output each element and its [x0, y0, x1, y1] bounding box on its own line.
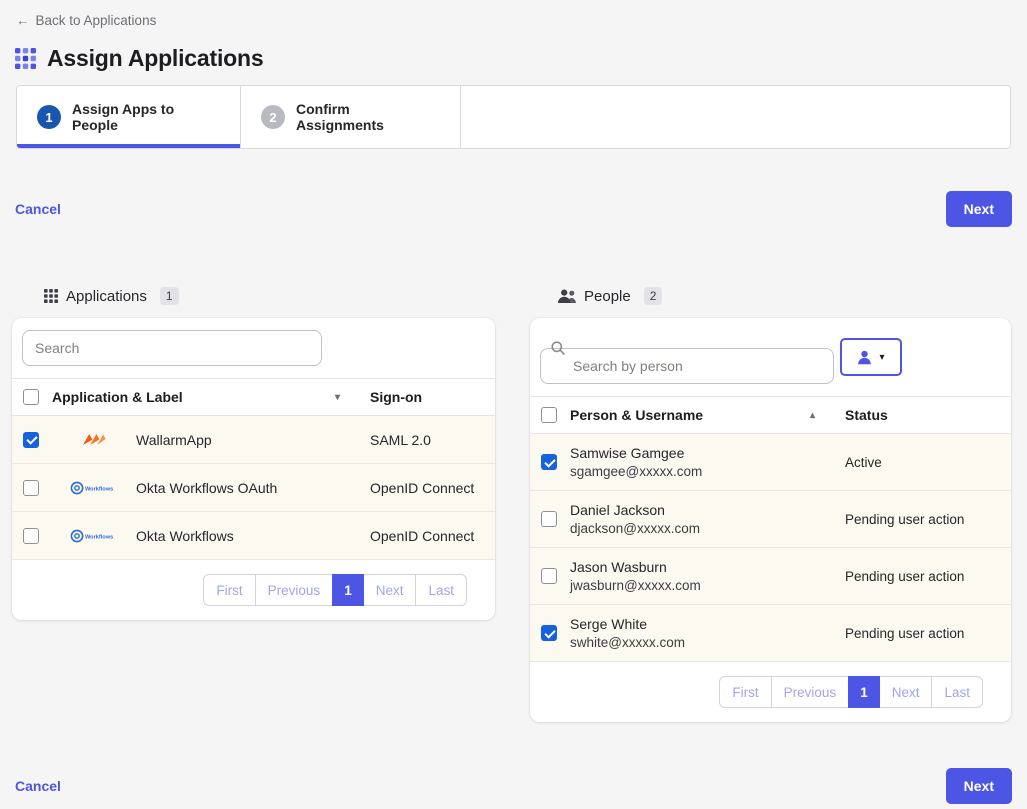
person-name: Jason Wasburn [570, 559, 845, 575]
svg-text:Workflows: Workflows [85, 486, 113, 492]
applications-panel-title: Applications [66, 288, 147, 305]
pagination-first-button[interactable]: First [203, 574, 255, 606]
person-status: Pending user action [845, 626, 1011, 641]
sort-up-icon: ▴ [810, 410, 815, 421]
step-confirm-assignments[interactable]: 2 Confirm Assignments [241, 86, 461, 148]
app-row-checkbox[interactable] [23, 480, 39, 496]
people-column-status: Status [845, 407, 1011, 423]
person-row-checkbox[interactable] [541, 511, 557, 527]
people-sort-header[interactable]: Person & Username ▴ [570, 407, 845, 423]
people-panel: ▾ Person & Username ▴ Status Samwise Gam… [530, 318, 1011, 722]
app-name: Okta Workflows [136, 528, 370, 544]
person-name: Serge White [570, 616, 845, 632]
pagination-page-1-button[interactable]: 1 [848, 676, 880, 708]
applications-search-input[interactable] [22, 330, 322, 366]
person-username: djackson@xxxxx.com [570, 521, 845, 536]
person-name: Samwise Gamgee [570, 445, 845, 461]
applications-sort-header[interactable]: Application & Label ▾ [52, 389, 370, 405]
applications-column-signon: Sign-on [370, 389, 495, 405]
person-row-checkbox[interactable] [541, 568, 557, 584]
applications-column-app: Application & Label [52, 389, 183, 405]
cancel-link-top[interactable]: Cancel [15, 201, 61, 217]
table-row: Jason Wasburn jwasburn@xxxxx.com Pending… [530, 548, 1011, 605]
person-name: Daniel Jackson [570, 502, 845, 518]
applications-panel: Application & Label ▾ Sign-on [12, 318, 495, 620]
step-1-number: 1 [37, 105, 61, 129]
pagination-last-button[interactable]: Last [415, 574, 467, 606]
next-button-top[interactable]: Next [946, 191, 1012, 227]
person-username: jwasburn@xxxxx.com [570, 578, 845, 593]
app-signon: SAML 2.0 [370, 432, 495, 448]
step-2-number: 2 [261, 105, 285, 129]
people-count-badge: 2 [644, 287, 663, 305]
people-column-person: Person & Username [570, 407, 703, 423]
back-to-applications-link[interactable]: ← Back to Applications [16, 13, 156, 28]
app-row-checkbox[interactable] [23, 432, 39, 448]
people-filter-dropdown[interactable]: ▾ [840, 338, 902, 376]
table-row: Workflows Okta Workflows OAuth OpenID Co… [12, 464, 495, 512]
back-arrow-icon: ← [16, 13, 30, 28]
person-icon [857, 350, 872, 365]
table-row: Workflows Okta Workflows OpenID Connect [12, 512, 495, 560]
person-status: Pending user action [845, 569, 1011, 584]
person-row-checkbox[interactable] [541, 625, 557, 641]
cancel-link-bottom[interactable]: Cancel [15, 778, 61, 794]
pagination-previous-button[interactable]: Previous [255, 574, 334, 606]
applications-select-all-checkbox[interactable] [23, 389, 39, 405]
next-button-bottom[interactable]: Next [946, 768, 1012, 804]
app-name: Okta Workflows OAuth [136, 480, 370, 496]
page-title: Assign Applications [47, 45, 263, 72]
pagination-next-button[interactable]: Next [363, 574, 417, 606]
people-section-icon [557, 289, 577, 304]
app-signon: OpenID Connect [370, 528, 495, 544]
people-search-input[interactable] [540, 348, 834, 384]
pagination-page-1-button[interactable]: 1 [332, 574, 364, 606]
person-status: Active [845, 455, 1011, 470]
person-status: Pending user action [845, 512, 1011, 527]
people-select-all-checkbox[interactable] [541, 407, 557, 423]
applications-section-icon [43, 288, 59, 304]
wizard-steps: 1 Assign Apps to People 2 Confirm Assign… [16, 85, 1011, 149]
app-name: WallarmApp [136, 432, 370, 448]
back-link-label: Back to Applications [36, 13, 157, 28]
sort-down-icon: ▾ [335, 392, 340, 403]
person-username: sgamgee@xxxxx.com [570, 464, 845, 479]
pagination-first-button[interactable]: First [719, 676, 771, 708]
wallarm-logo [82, 432, 107, 447]
chevron-down-icon: ▾ [879, 352, 884, 363]
pagination-previous-button[interactable]: Previous [771, 676, 850, 708]
app-signon: OpenID Connect [370, 480, 495, 496]
step-assign-apps-to-people[interactable]: 1 Assign Apps to People [17, 86, 241, 148]
step-2-label: Confirm Assignments [296, 101, 440, 133]
person-username: swhite@xxxxx.com [570, 635, 845, 650]
applications-count-badge: 1 [160, 287, 179, 305]
pagination-next-button[interactable]: Next [879, 676, 933, 708]
app-row-checkbox[interactable] [23, 528, 39, 544]
okta-workflows-logo: Workflows [70, 528, 118, 544]
svg-text:Workflows: Workflows [85, 534, 113, 540]
person-row-checkbox[interactable] [541, 454, 557, 470]
applications-pagination: First Previous 1 Next Last [203, 574, 467, 606]
table-row: Serge White swhite@xxxxx.com Pending use… [530, 605, 1011, 662]
step-1-label: Assign Apps to People [72, 101, 220, 133]
table-row: Daniel Jackson djackson@xxxxx.com Pendin… [530, 491, 1011, 548]
table-row: WallarmApp SAML 2.0 [12, 416, 495, 464]
okta-workflows-logo: Workflows [70, 480, 118, 496]
applications-grid-icon [14, 47, 37, 70]
pagination-last-button[interactable]: Last [931, 676, 983, 708]
table-row: Samwise Gamgee sgamgee@xxxxx.com Active [530, 434, 1011, 491]
people-panel-title: People [584, 288, 631, 305]
people-pagination: First Previous 1 Next Last [719, 676, 983, 708]
